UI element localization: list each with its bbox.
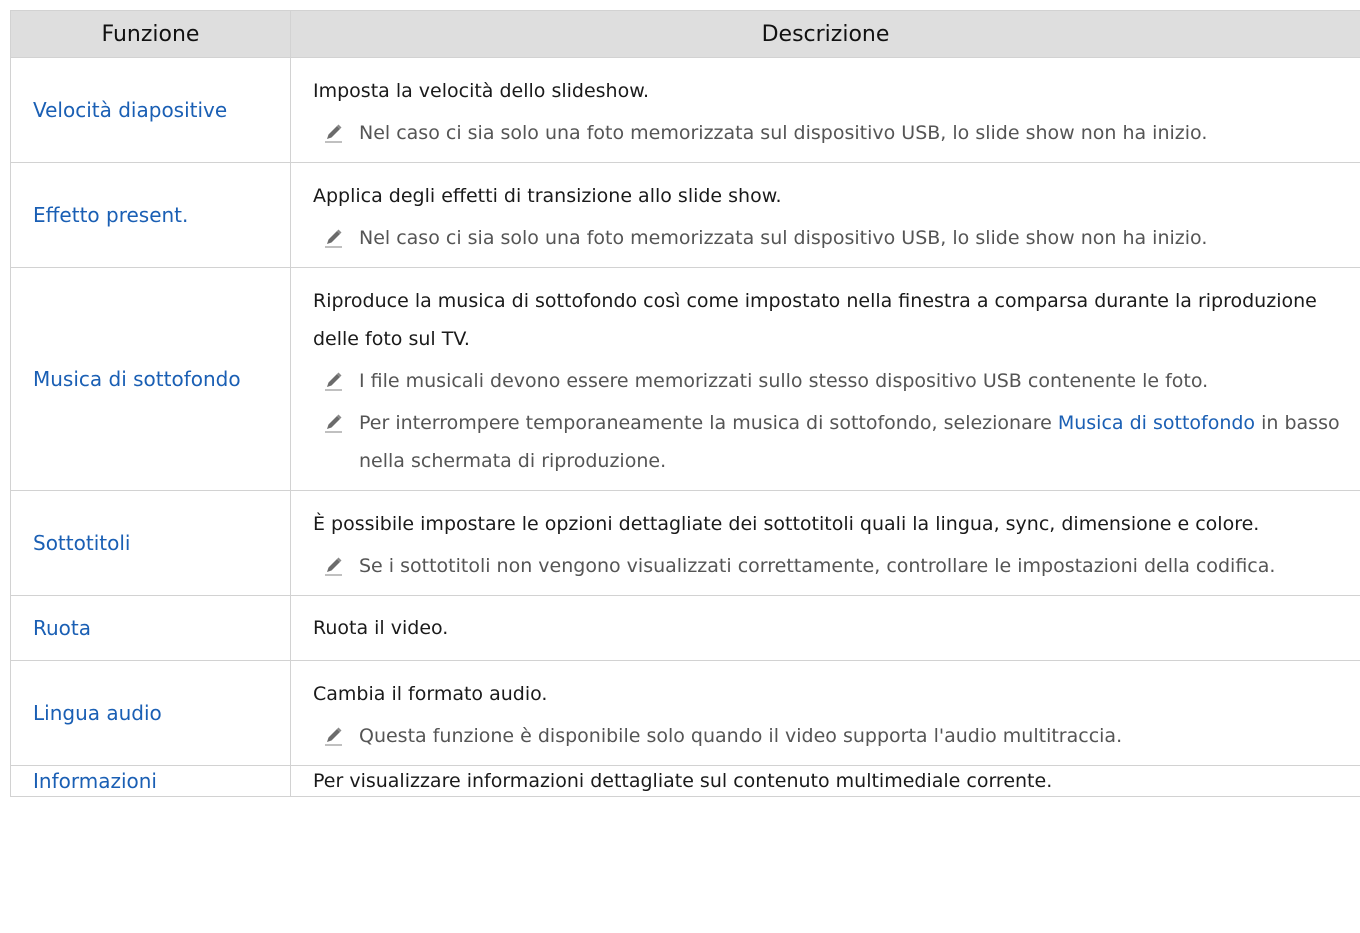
music-link[interactable]: Musica di sottofondo bbox=[1058, 412, 1255, 434]
note: Nel caso ci sia solo una foto memorizzat… bbox=[313, 219, 1344, 257]
note: Questa funzione è disponibile solo quand… bbox=[313, 717, 1344, 755]
function-description: Per visualizzare informazioni dettagliat… bbox=[290, 765, 1360, 797]
function-description: Cambia il formato audio. Questa funzione… bbox=[290, 660, 1360, 766]
description-text: È possibile impostare le opzioni dettagl… bbox=[313, 513, 1260, 535]
table-row: Musica di sottofondo Riproduce la musica… bbox=[10, 267, 1360, 491]
function-name[interactable]: Ruota bbox=[10, 595, 291, 661]
note-text: I file musicali devono essere memorizzat… bbox=[359, 370, 1209, 392]
note-text: Questa funzione è disponibile solo quand… bbox=[359, 725, 1123, 747]
note-text: Per interrompere temporaneamente la musi… bbox=[359, 404, 1344, 480]
function-name[interactable]: Lingua audio bbox=[10, 660, 291, 766]
description-text: Per visualizzare informazioni dettagliat… bbox=[313, 770, 1053, 792]
table-row: Effetto present. Applica degli effetti d… bbox=[10, 162, 1360, 268]
pencil-note-icon bbox=[324, 556, 343, 576]
note-text-before: Per interrompere temporaneamente la musi… bbox=[359, 412, 1058, 434]
note-text: Nel caso ci sia solo una foto memorizzat… bbox=[359, 227, 1208, 249]
function-description: Imposta la velocità dello slideshow. Nel… bbox=[290, 57, 1360, 163]
note: Se i sottotitoli non vengono visualizzat… bbox=[313, 547, 1344, 585]
pencil-note-icon bbox=[324, 413, 343, 433]
note: Per interrompere temporaneamente la musi… bbox=[313, 404, 1344, 480]
function-description: Applica degli effetti di transizione all… bbox=[290, 162, 1360, 268]
description-text: Riproduce la musica di sottofondo così c… bbox=[313, 290, 1317, 350]
table-row: Ruota Ruota il video. bbox=[10, 595, 1360, 661]
pencil-note-icon bbox=[324, 371, 343, 391]
function-table: Funzione Descrizione Velocità diapositiv… bbox=[10, 10, 1360, 797]
description-text: Imposta la velocità dello slideshow. bbox=[313, 80, 650, 102]
table-row: Lingua audio Cambia il formato audio. Qu… bbox=[10, 660, 1360, 766]
function-description: È possibile impostare le opzioni dettagl… bbox=[290, 490, 1360, 596]
function-description: Riproduce la musica di sottofondo così c… bbox=[290, 267, 1360, 491]
function-name[interactable]: Effetto present. bbox=[10, 162, 291, 268]
header-function: Funzione bbox=[10, 10, 291, 58]
note: Nel caso ci sia solo una foto memorizzat… bbox=[313, 114, 1344, 152]
function-name[interactable]: Sottotitoli bbox=[10, 490, 291, 596]
function-description: Ruota il video. bbox=[290, 595, 1360, 661]
note: I file musicali devono essere memorizzat… bbox=[313, 362, 1344, 400]
table-row: Sottotitoli È possibile impostare le opz… bbox=[10, 490, 1360, 596]
function-name[interactable]: Velocità diapositive bbox=[10, 57, 291, 163]
pencil-note-icon bbox=[324, 123, 343, 143]
description-text: Cambia il formato audio. bbox=[313, 683, 548, 705]
table-row: Informazioni Per visualizzare informazio… bbox=[10, 765, 1360, 797]
table-row: Velocità diapositive Imposta la velocità… bbox=[10, 57, 1360, 163]
header-description: Descrizione bbox=[290, 10, 1360, 58]
function-name[interactable]: Musica di sottofondo bbox=[10, 267, 291, 491]
description-text: Ruota il video. bbox=[313, 617, 449, 639]
note-text: Se i sottotitoli non vengono visualizzat… bbox=[359, 555, 1276, 577]
description-text: Applica degli effetti di transizione all… bbox=[313, 185, 782, 207]
note-text: Nel caso ci sia solo una foto memorizzat… bbox=[359, 122, 1208, 144]
pencil-note-icon bbox=[324, 228, 343, 248]
table-header-row: Funzione Descrizione bbox=[10, 10, 1360, 58]
function-name[interactable]: Informazioni bbox=[10, 765, 291, 797]
pencil-note-icon bbox=[324, 726, 343, 746]
